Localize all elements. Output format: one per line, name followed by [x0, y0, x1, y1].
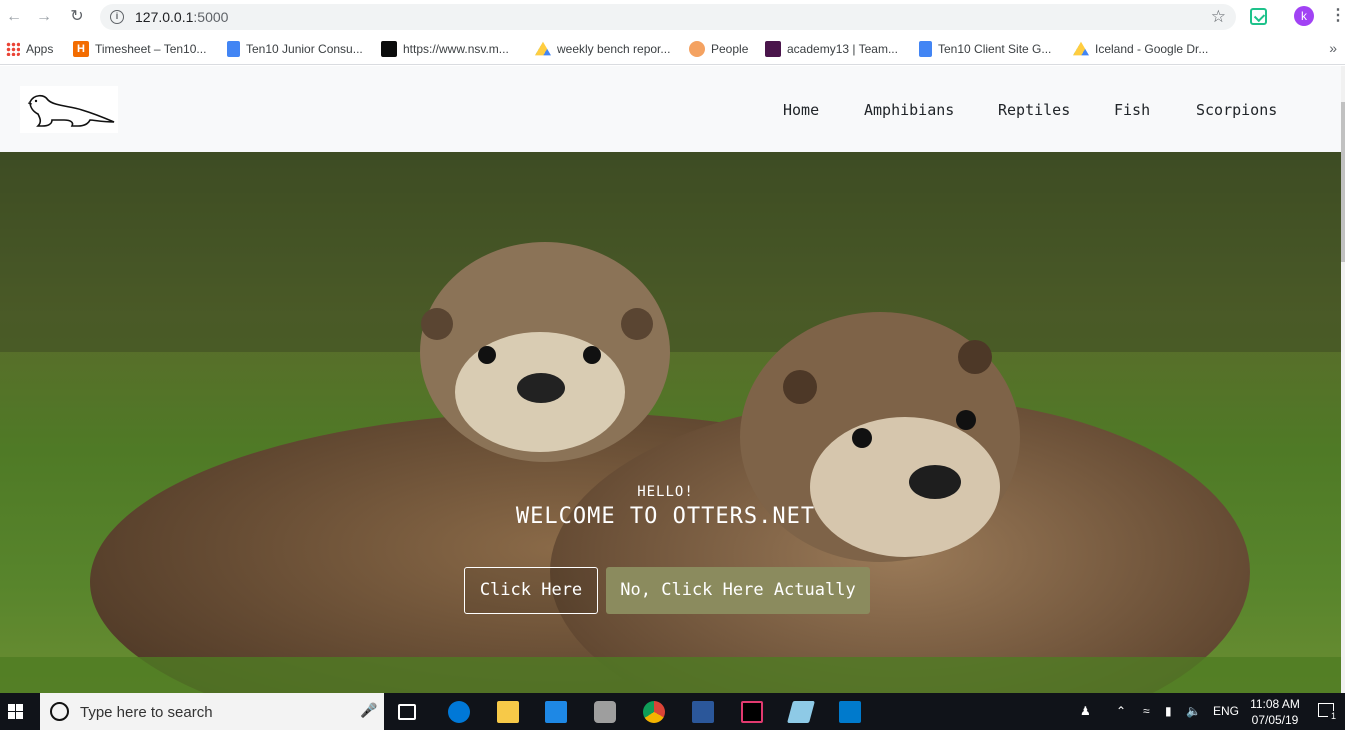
extension-icon[interactable] — [1250, 8, 1267, 25]
bookmark-ten10-client[interactable]: Ten10 Client Site G... — [919, 41, 1051, 59]
bookmarks-overflow-button[interactable]: » — [1329, 40, 1337, 56]
bookmark-apps[interactable]: Apps — [6, 41, 53, 59]
hero-greeting: HELLO! — [637, 484, 694, 500]
crown-icon — [381, 41, 397, 57]
bookmark-weekly-bench[interactable]: weekly bench repor... — [535, 41, 670, 59]
reload-icon[interactable]: ↻ — [67, 7, 87, 27]
google-drive-icon — [535, 41, 551, 56]
click-here-actually-button[interactable]: No, Click Here Actually — [606, 567, 870, 614]
bookmark-label: https://www.nsv.m... — [403, 42, 509, 56]
nav-home[interactable]: Home — [783, 101, 819, 119]
vscode-icon[interactable] — [839, 701, 861, 723]
bookmark-nsv[interactable]: https://www.nsv.m... — [381, 41, 509, 59]
taskbar-search-box[interactable]: Type here to search 🎤 — [40, 693, 384, 730]
nav-fish[interactable]: Fish — [1114, 101, 1150, 119]
windows-start-icon[interactable] — [8, 704, 24, 720]
bookmark-iceland[interactable]: Iceland - Google Dr... — [1073, 41, 1208, 59]
page-scrollbar[interactable] — [1341, 66, 1345, 693]
bookmark-label: Ten10 Client Site G... — [938, 42, 1052, 56]
bookmark-label: Timesheet – Ten10... — [95, 42, 207, 56]
bookmark-timesheet[interactable]: H Timesheet – Ten10... — [73, 41, 206, 59]
forward-arrow-icon[interactable]: → — [34, 7, 54, 27]
hero-section: HELLO! WELCOME TO OTTERS.NET Click Here … — [0, 152, 1341, 693]
click-here-button[interactable]: Click Here — [464, 567, 598, 614]
apps-grid-icon — [6, 42, 20, 56]
url-text[interactable]: 127.0.0.1:5000 — [135, 9, 228, 25]
hero-title: WELCOME TO OTTERS.NET — [515, 504, 816, 529]
taskbar-clock[interactable]: 11:08 AM 07/05/19 — [1247, 696, 1303, 728]
bookmark-label: academy13 | Team... — [787, 42, 898, 56]
address-bar[interactable]: i 127.0.0.1:5000 ☆ — [100, 4, 1236, 30]
otter-logo[interactable] — [20, 86, 118, 133]
cortana-icon — [50, 702, 69, 721]
site-header: Home Amphibians Reptiles Fish Scorpions — [0, 66, 1341, 152]
google-docs-icon — [919, 41, 932, 57]
chrome-menu-icon[interactable]: ⋮ — [1330, 6, 1345, 26]
intellij-icon[interactable] — [741, 701, 763, 723]
show-hidden-icons-icon[interactable]: ⌃ — [1116, 704, 1126, 718]
word-icon[interactable] — [692, 701, 714, 723]
slack-icon — [765, 41, 781, 57]
battery-icon[interactable]: ▮ — [1165, 704, 1172, 718]
nav-reptiles[interactable]: Reptiles — [998, 101, 1070, 119]
url-port: :5000 — [193, 9, 229, 25]
nav-amphibians[interactable]: Amphibians — [864, 101, 954, 119]
file-explorer-icon[interactable] — [497, 701, 519, 723]
taskbar-search-placeholder: Type here to search — [80, 704, 213, 721]
bookmark-star-icon[interactable]: ☆ — [1211, 7, 1226, 27]
profile-avatar[interactable]: k — [1294, 6, 1314, 26]
clock-date: 07/05/19 — [1251, 713, 1299, 727]
microphone-icon[interactable]: 🎤 — [360, 702, 377, 719]
network-icon[interactable]: ≈ — [1143, 704, 1150, 718]
nav-scorpions[interactable]: Scorpions — [1196, 101, 1277, 119]
edge-icon[interactable] — [448, 701, 470, 723]
bookmark-label: People — [711, 42, 749, 56]
bookmark-label: Ten10 Junior Consu... — [246, 42, 363, 56]
bookmark-label: Iceland - Google Dr... — [1095, 42, 1209, 56]
people-icon — [689, 41, 705, 57]
people-tray-icon[interactable]: ♟ — [1080, 704, 1091, 718]
back-arrow-icon[interactable]: ← — [4, 7, 24, 27]
url-host: 127.0.0.1 — [135, 9, 194, 25]
chrome-icon[interactable] — [643, 701, 665, 723]
google-docs-icon — [227, 41, 240, 57]
bookmarks-bar: Apps H Timesheet – Ten10... Ten10 Junior … — [0, 34, 1345, 65]
google-drive-icon — [1073, 41, 1089, 56]
windows-taskbar: Type here to search 🎤 ♟ ⌃ ≈ ▮ 🔈 ENG 11:0… — [0, 693, 1345, 730]
volume-icon[interactable]: 🔈 — [1186, 704, 1201, 718]
site-info-icon[interactable]: i — [110, 10, 124, 24]
task-view-icon[interactable] — [398, 704, 416, 720]
eraser-app-icon[interactable] — [787, 701, 815, 723]
action-center-icon[interactable]: 1 — [1318, 703, 1339, 722]
harvest-icon: H — [73, 41, 89, 57]
bookmark-ten10-junior[interactable]: Ten10 Junior Consu... — [227, 41, 363, 59]
database-icon[interactable] — [594, 701, 616, 723]
otter-logo-icon — [27, 94, 115, 127]
scrollbar-thumb[interactable] — [1341, 102, 1345, 262]
bookmark-people[interactable]: People — [689, 41, 748, 59]
bookmark-label: weekly bench repor... — [557, 42, 671, 56]
bookmark-academy13[interactable]: academy13 | Team... — [765, 41, 898, 59]
notification-count: 1 — [1328, 711, 1339, 722]
browser-toolbar: ← → ↻ i 127.0.0.1:5000 ☆ k ⋮ — [0, 0, 1345, 34]
language-indicator[interactable]: ENG — [1213, 704, 1239, 718]
clock-time: 11:08 AM — [1250, 697, 1300, 711]
store-icon[interactable] — [545, 701, 567, 723]
bookmark-label: Apps — [26, 42, 54, 56]
